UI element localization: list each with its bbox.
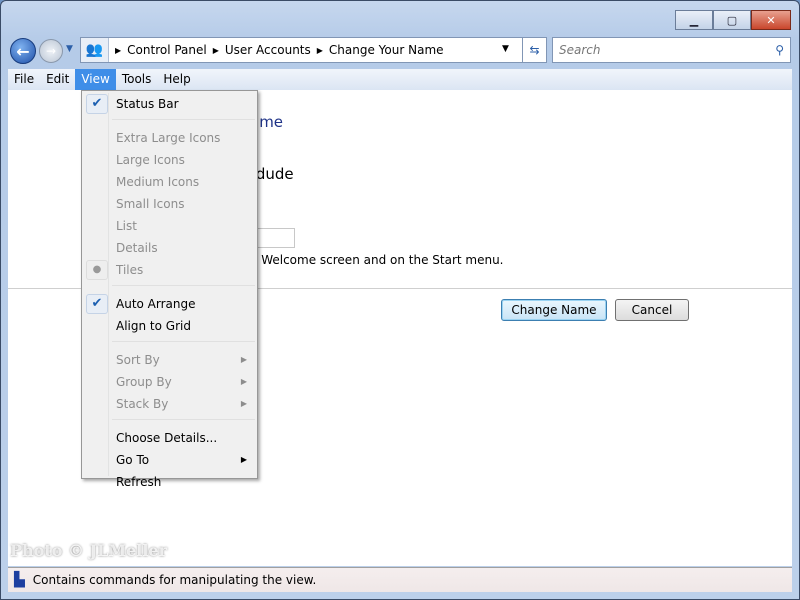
search-input[interactable]: Search ⚲ xyxy=(552,37,791,63)
view-menu: ✔ Status Bar Extra Large Icons Large Icon… xyxy=(81,90,258,489)
change-name-button[interactable]: Change Name xyxy=(501,299,607,321)
recent-pages-dropdown-icon[interactable]: ▼ xyxy=(66,44,73,54)
menu-help[interactable]: Help xyxy=(157,69,196,90)
menu-item-status-bar[interactable]: ✔ Status Bar xyxy=(84,93,255,115)
chevron-right-icon[interactable]: ▶ xyxy=(213,46,219,55)
status-bar: ▙ Contains commands for manipulating the … xyxy=(8,567,792,592)
menu-bar: File Edit View Tools Help xyxy=(8,69,792,90)
menu-item-label: Group By xyxy=(116,375,172,389)
menu-edit[interactable]: Edit xyxy=(40,69,75,90)
menu-item-label: Sort By xyxy=(116,353,160,367)
breadcrumb-change-your-name[interactable]: Change Your Name xyxy=(329,43,444,57)
search-placeholder: Search xyxy=(559,43,601,57)
menu-item-label: Auto Arrange xyxy=(116,297,196,311)
menu-item-details[interactable]: Details xyxy=(84,237,255,259)
menu-view[interactable]: View xyxy=(75,69,116,90)
refresh-button[interactable]: ⇆ xyxy=(522,37,547,63)
menu-item-choose-details[interactable]: Choose Details... xyxy=(84,427,255,449)
menu-file[interactable]: File xyxy=(8,69,40,90)
menu-separator xyxy=(112,285,255,293)
cancel-button[interactable]: Cancel xyxy=(615,299,689,321)
menu-item-refresh[interactable]: Refresh xyxy=(84,471,255,493)
menu-separator xyxy=(112,341,255,349)
checkmark-icon: ✔ xyxy=(86,294,108,314)
menu-item-small-icons[interactable]: Small Icons xyxy=(84,193,255,215)
menu-item-label: Status Bar xyxy=(116,97,179,111)
radio-dot-icon: ● xyxy=(86,260,108,280)
back-arrow-icon: ← xyxy=(16,41,30,61)
address-bar[interactable]: 👥 ▶ Control Panel ▶ User Accounts ▶ Chan… xyxy=(80,37,547,63)
menu-item-medium-icons[interactable]: Medium Icons xyxy=(84,171,255,193)
menu-item-list[interactable]: List xyxy=(84,215,255,237)
chevron-right-icon[interactable]: ▶ xyxy=(115,46,121,55)
menu-item-go-to[interactable]: Go To ▶ xyxy=(84,449,255,471)
menu-item-group-by[interactable]: Group By ▶ xyxy=(84,371,255,393)
forward-arrow-icon: → xyxy=(45,44,57,58)
submenu-arrow-icon: ▶ xyxy=(240,355,247,364)
minimize-button[interactable]: ▁ xyxy=(675,10,713,30)
menu-item-label: Stack By xyxy=(116,397,169,411)
menu-item-large-icons[interactable]: Large Icons xyxy=(84,149,255,171)
menu-item-align-to-grid[interactable]: Align to Grid xyxy=(84,315,255,337)
close-button[interactable]: ✕ xyxy=(751,10,791,30)
checkmark-icon: ✔ xyxy=(86,94,108,114)
menu-item-stack-by[interactable]: Stack By ▶ xyxy=(84,393,255,415)
user-accounts-icon: 👥 xyxy=(81,38,109,62)
menu-item-label: Tiles xyxy=(116,263,144,277)
menu-item-auto-arrange[interactable]: ✔ Auto Arrange xyxy=(84,293,255,315)
address-dropdown-icon[interactable]: ▼ xyxy=(502,44,509,54)
view-icon: ▙ xyxy=(14,572,25,588)
menu-separator xyxy=(112,119,255,127)
watermark: Photo © JLMeller xyxy=(10,541,168,560)
submenu-arrow-icon: ▶ xyxy=(240,455,247,464)
chevron-right-icon[interactable]: ▶ xyxy=(317,46,323,55)
menu-tools[interactable]: Tools xyxy=(116,69,158,90)
forward-button[interactable]: → xyxy=(39,39,63,63)
breadcrumb-control-panel[interactable]: Control Panel xyxy=(127,43,207,57)
submenu-arrow-icon: ▶ xyxy=(240,399,247,408)
search-icon[interactable]: ⚲ xyxy=(775,43,784,57)
maximize-button[interactable]: ▢ xyxy=(713,10,751,30)
back-button[interactable]: ← xyxy=(10,38,36,64)
menu-item-sort-by[interactable]: Sort By ▶ xyxy=(84,349,255,371)
breadcrumb-user-accounts[interactable]: User Accounts xyxy=(225,43,311,57)
menu-item-tiles[interactable]: ● Tiles xyxy=(84,259,255,281)
info-text: e Welcome screen and on the Start menu. xyxy=(250,253,504,267)
submenu-arrow-icon: ▶ xyxy=(240,377,247,386)
window-controls: ▁ ▢ ✕ xyxy=(675,10,791,30)
refresh-icon: ⇆ xyxy=(529,43,540,57)
menu-item-extra-large-icons[interactable]: Extra Large Icons xyxy=(84,127,255,149)
menu-item-label: Go To xyxy=(116,453,150,467)
status-text: Contains commands for manipulating the v… xyxy=(32,573,317,587)
menu-separator xyxy=(112,419,255,427)
